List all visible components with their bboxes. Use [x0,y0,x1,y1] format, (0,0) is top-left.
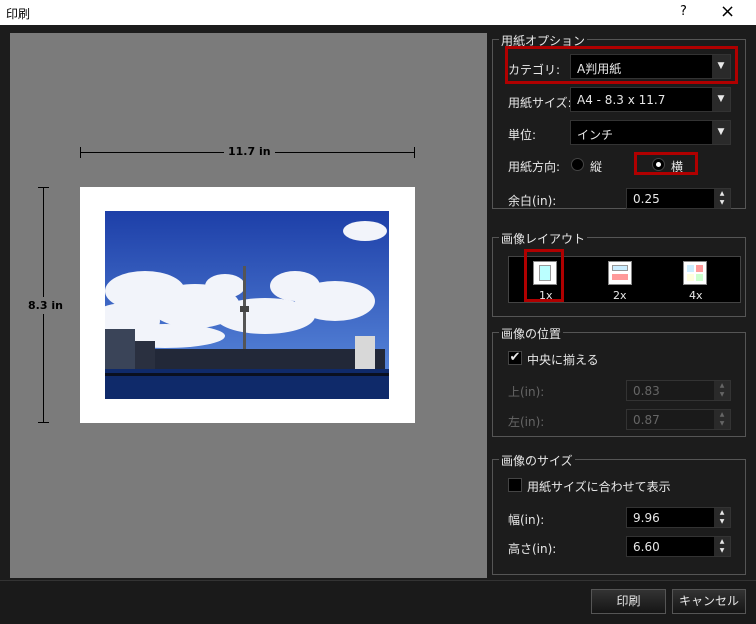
height-label: 高さ(in): [508,542,557,556]
margin-input[interactable]: 0.25 ▲ ▼ [626,188,731,209]
left-value: 0.87 [633,413,660,427]
spin-arrows-icon[interactable]: ▲ ▼ [714,381,730,400]
cancel-button[interactable]: キャンセル [672,589,746,614]
dimension-tick [38,187,49,188]
spin-arrows-icon[interactable]: ▲ ▼ [714,189,730,208]
spin-arrows-icon[interactable]: ▲ ▼ [714,537,730,556]
spin-arrows-icon[interactable]: ▲ ▼ [714,410,730,429]
close-button[interactable]: × [720,1,735,22]
portrait-label: 縦 [590,160,603,174]
width-value: 9.96 [633,511,660,525]
orientation-label: 用紙方向: [508,160,561,174]
highlight-box [505,46,738,84]
highlight-box [524,249,564,302]
top-label: 上(in): [508,385,545,399]
title-bar: 印刷 ? × [0,0,756,25]
unit-label: 単位: [508,128,537,142]
spin-arrows-icon[interactable]: ▲ ▼ [714,508,730,527]
height-value: 6.60 [633,540,660,554]
preview-photo [105,211,389,399]
paper-size-select[interactable]: A4 - 8.3 x 11.7 ▼ [570,87,731,112]
layout-4x-label[interactable]: 4x [689,289,703,302]
width-label: 幅(in): [508,513,545,527]
highlight-box [634,152,698,175]
top-input[interactable]: 0.83 ▲ ▼ [626,380,731,401]
dimension-tick [38,422,49,423]
print-button[interactable]: 印刷 [591,589,666,614]
chevron-down-icon: ▼ [712,121,730,144]
center-label: 中央に揃える [527,353,599,367]
image-position-title: 画像の位置 [499,325,564,342]
top-value: 0.83 [633,384,660,398]
left-input[interactable]: 0.87 ▲ ▼ [626,409,731,430]
unit-value: インチ [577,128,614,142]
width-label: 11.7 in [224,145,275,158]
width-input[interactable]: 9.96 ▲ ▼ [626,507,731,528]
paper-size-label: 用紙サイズ: [508,96,572,110]
layout-4x-icon[interactable] [683,261,707,285]
height-input[interactable]: 6.60 ▲ ▼ [626,536,731,557]
layout-2x-label[interactable]: 2x [613,289,627,302]
chevron-down-icon: ▼ [712,88,730,111]
dimension-tick [80,147,81,158]
paper-sheet [80,187,415,423]
margin-value: 0.25 [633,192,660,206]
image-size-title: 画像のサイズ [499,452,575,469]
fit-paper-checkbox[interactable] [508,478,522,492]
height-label: 8.3 in [28,297,63,314]
layout-2x-icon[interactable] [608,261,632,285]
center-checkbox[interactable]: ✔ [508,351,522,365]
portrait-radio[interactable] [571,158,584,171]
dimension-tick [414,147,415,158]
left-label: 左(in): [508,415,545,429]
help-button[interactable]: ? [680,4,687,19]
unit-select[interactable]: インチ ▼ [570,120,731,145]
fit-paper-label: 用紙サイズに合わせて表示 [527,480,671,494]
margin-label: 余白(in): [508,194,557,208]
window-title: 印刷 [6,7,31,21]
paper-size-value: A4 - 8.3 x 11.7 [577,93,666,107]
print-preview: 11.7 in 8.3 in [10,33,487,578]
image-layout-title: 画像レイアウト [499,230,588,247]
